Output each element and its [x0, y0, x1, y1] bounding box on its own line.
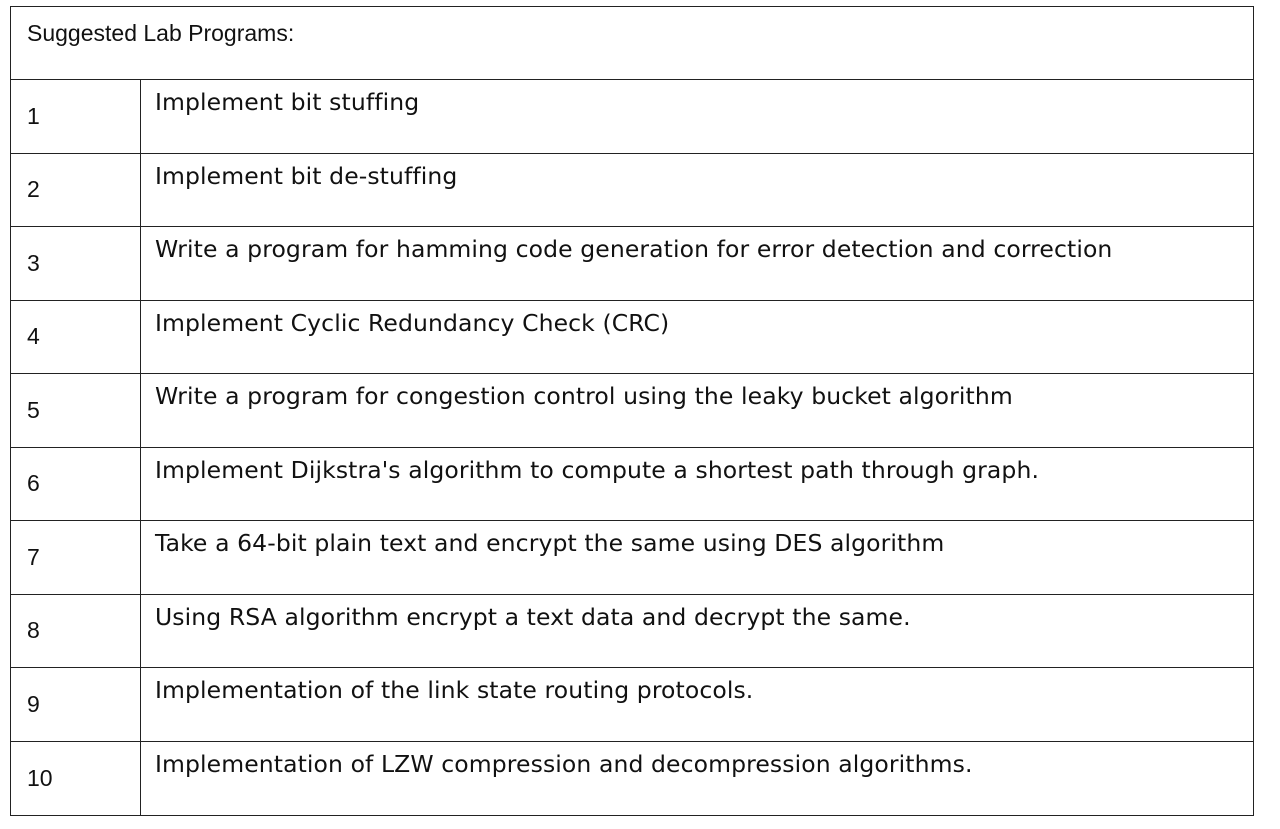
table-title: Suggested Lab Programs: — [11, 7, 1253, 80]
table-row: 8 Using RSA algorithm encrypt a text data… — [11, 594, 1253, 668]
program-description: Implement bit de-stuffing — [155, 161, 458, 190]
document-page: Suggested Lab Programs: 1 Implement bit s… — [0, 0, 1280, 829]
table-row: 5 Write a program for congestion control … — [11, 374, 1253, 448]
program-description: Write a program for hamming code generat… — [155, 235, 1113, 263]
lab-programs-table: Suggested Lab Programs: 1 Implement bit s… — [10, 6, 1254, 816]
program-description: Take a 64-bit plain text and encrypt the… — [155, 529, 945, 557]
program-number: 1 — [11, 80, 141, 153]
program-description: Implement Cyclic Redundancy Check (CRC) — [155, 308, 670, 337]
program-number: 3 — [11, 227, 141, 300]
program-number: 2 — [11, 153, 141, 226]
program-number: 10 — [11, 741, 141, 815]
program-description: Implement Dijkstra's algorithm to comput… — [155, 455, 1040, 484]
program-number: 8 — [11, 594, 141, 667]
program-number: 7 — [11, 521, 141, 594]
table-row: 1 Implement bit stuffing — [11, 80, 1253, 154]
program-number: 6 — [11, 447, 141, 520]
table-body: 1 Implement bit stuffing 2 Implement bit de… — [11, 80, 1253, 815]
program-description: Using RSA algorithm encrypt a text data … — [155, 602, 911, 631]
table-row: 10 Implementation of LZW compression and … — [11, 741, 1253, 815]
table-row: 7 Take a 64-bit plain text and encrypt th… — [11, 521, 1253, 595]
program-number: 5 — [11, 374, 141, 447]
program-description: Implementation of the link state routing… — [155, 676, 754, 704]
program-description: Implementation of LZW compression and de… — [155, 749, 973, 778]
program-number: 9 — [11, 668, 141, 741]
table-row: 4 Implement Cyclic Redundancy Check (CRC) — [11, 300, 1253, 374]
table-row: 3 Write a program for hamming code genera… — [11, 227, 1253, 301]
program-description: Write a program for congestion control u… — [155, 382, 1013, 410]
table-row: 2 Implement bit de-stuffing — [11, 153, 1253, 227]
table-row: 9 Implementation of the link state routin… — [11, 668, 1253, 742]
program-description: Implement bit stuffing — [155, 88, 420, 116]
program-number: 4 — [11, 300, 141, 373]
table-row: 6 Implement Dijkstra's algorithm to compu… — [11, 447, 1253, 521]
